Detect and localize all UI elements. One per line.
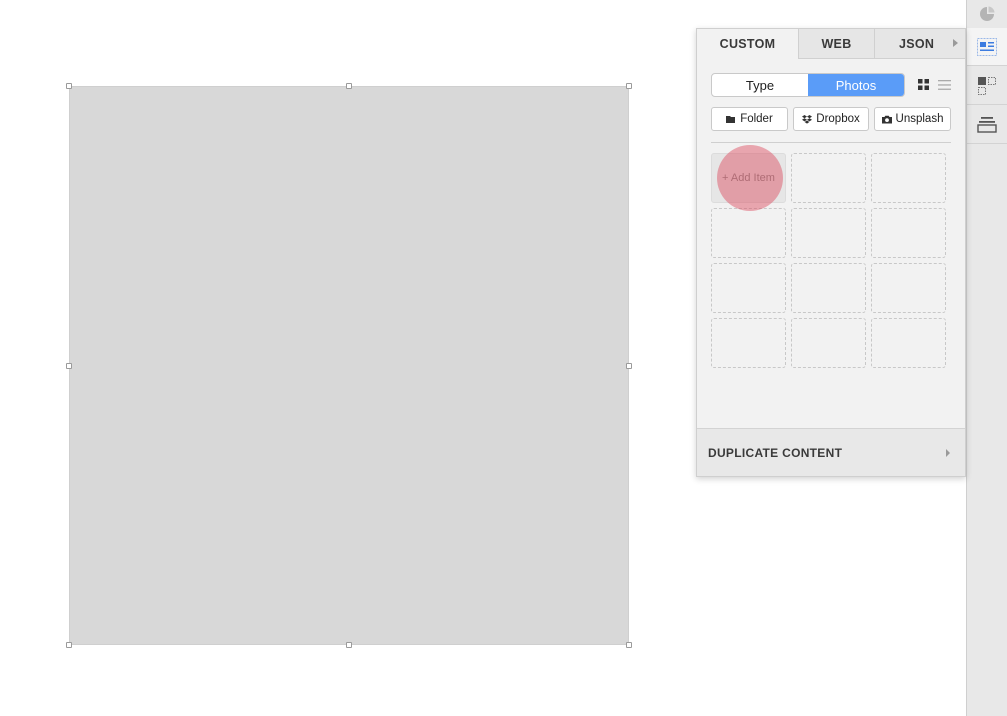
canvas-rectangle[interactable] [69, 86, 629, 645]
type-segment[interactable]: Type [712, 74, 808, 96]
type-photos-toggle: Type Photos [711, 73, 905, 97]
panel-tabs: CUSTOM WEB JSON [697, 29, 965, 59]
resize-handle-left[interactable] [66, 363, 72, 369]
folder-button[interactable]: Folder [711, 107, 788, 131]
tabs-more-arrow-icon[interactable] [953, 39, 958, 47]
chevron-right-icon [946, 449, 950, 457]
photos-segment[interactable]: Photos [808, 74, 904, 96]
pie-chart-button[interactable] [967, 0, 1007, 28]
resize-handle-right[interactable] [626, 363, 632, 369]
data-panel-button[interactable] [967, 28, 1007, 66]
view-toggle [918, 79, 951, 90]
folder-label: Folder [740, 113, 773, 125]
photo-slot[interactable] [791, 263, 866, 313]
dropbox-icon [802, 114, 813, 124]
camera-icon [881, 115, 892, 123]
photo-slot[interactable] [871, 263, 946, 313]
dropbox-button[interactable]: Dropbox [793, 107, 869, 131]
dropbox-label: Dropbox [816, 113, 860, 125]
data-panel-icon [977, 37, 997, 56]
photo-slot[interactable] [791, 208, 866, 258]
grid-layout-icon [978, 76, 996, 95]
photo-slot[interactable] [871, 318, 946, 368]
photo-slot[interactable] [711, 318, 786, 368]
resize-handle-bottom[interactable] [346, 642, 352, 648]
layout-button[interactable] [967, 67, 1007, 105]
side-toolbar [966, 0, 1007, 716]
photo-slot[interactable] [791, 318, 866, 368]
photo-slot[interactable] [711, 208, 786, 258]
add-item-slot[interactable]: + Add Item [711, 153, 786, 203]
photo-slot[interactable] [871, 153, 946, 203]
duplicate-content-label: DUPLICATE CONTENT [708, 445, 843, 460]
photo-slot[interactable] [871, 208, 946, 258]
resize-handle-bottom-right[interactable] [626, 642, 632, 648]
data-panel: CUSTOM WEB JSON Type Photos Folder Dropb… [696, 28, 966, 477]
stack-button[interactable] [967, 106, 1007, 144]
list-view-icon[interactable] [938, 79, 951, 90]
resize-handle-top-right[interactable] [626, 83, 632, 89]
grid-view-icon[interactable] [918, 79, 929, 90]
photo-slot[interactable] [791, 153, 866, 203]
tab-custom[interactable]: CUSTOM [697, 29, 798, 59]
pie-chart-icon [980, 6, 995, 21]
tab-json[interactable]: JSON [874, 29, 965, 59]
photo-slot[interactable] [711, 263, 786, 313]
tab-web[interactable]: WEB [798, 29, 874, 59]
resize-handle-bottom-left[interactable] [66, 642, 72, 648]
folder-icon [726, 115, 736, 123]
stack-icon [977, 116, 997, 133]
photo-sources: Folder Dropbox Unsplash [711, 107, 951, 131]
panel-divider [711, 142, 951, 143]
add-item-label: + Add Item [722, 172, 775, 184]
unsplash-button[interactable]: Unsplash [874, 107, 951, 131]
resize-handle-top-left[interactable] [66, 83, 72, 89]
duplicate-content-row[interactable]: DUPLICATE CONTENT [697, 428, 965, 476]
unsplash-label: Unsplash [895, 113, 944, 125]
resize-handle-top[interactable] [346, 83, 352, 89]
